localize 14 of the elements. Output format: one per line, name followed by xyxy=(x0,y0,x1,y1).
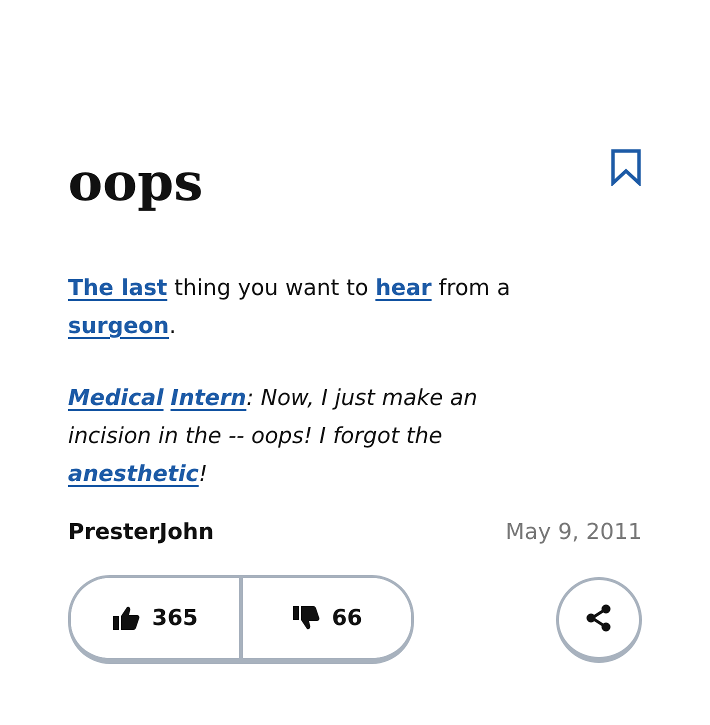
word-link[interactable]: anesthetic xyxy=(68,462,199,487)
example-text: Medical Intern: Now, I just make an incision in the -- oops! I forgot the anesthetic! xyxy=(68,385,478,489)
post-date: May 9, 2011 xyxy=(506,520,642,545)
word-link[interactable]: The last xyxy=(68,276,168,301)
word-link[interactable]: Medical xyxy=(68,386,164,411)
word-link[interactable]: surgeon xyxy=(68,314,170,339)
word-link[interactable]: Intern xyxy=(170,386,246,411)
word-link[interactable]: hear xyxy=(375,276,432,301)
thumbs-up-icon xyxy=(112,605,140,631)
definition-text: The last thing you want to hear from a surgeon. xyxy=(68,275,512,341)
word-title: oops xyxy=(68,151,204,215)
bookmark-icon[interactable] xyxy=(610,148,642,186)
author-name[interactable]: PresterJohn xyxy=(68,520,214,545)
thumbs-down-icon xyxy=(292,605,320,631)
